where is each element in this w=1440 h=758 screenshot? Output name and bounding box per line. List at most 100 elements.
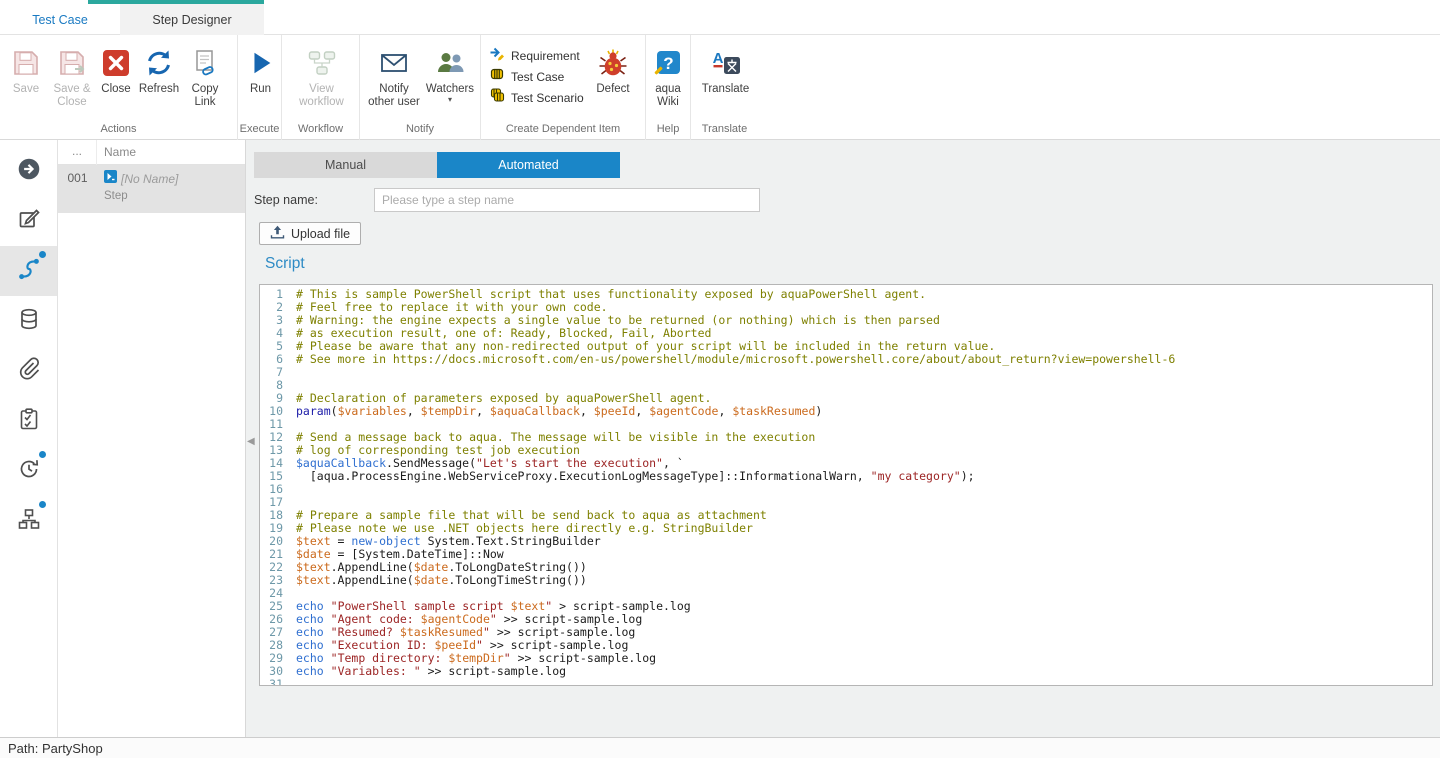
steps-icon bbox=[16, 256, 42, 287]
step-name-input[interactable] bbox=[374, 188, 760, 212]
translate-label: Translate bbox=[702, 83, 750, 96]
refresh-button[interactable]: Refresh bbox=[136, 43, 182, 109]
translate-icon: A bbox=[711, 45, 741, 81]
aqua-test-case-window: Test Case Step Designer Save Save & Clo bbox=[0, 0, 1440, 758]
tab-test-case-label: Test Case bbox=[32, 13, 88, 27]
upload-file-label: Upload file bbox=[291, 227, 350, 241]
step-subtitle: Step bbox=[104, 190, 178, 202]
ribbon-group-create-dependent-item: Requirement Test Case Test Scenario bbox=[481, 35, 646, 140]
watchers-dropdown-caret-icon[interactable]: ▾ bbox=[448, 96, 452, 103]
execute-group-label: Execute bbox=[238, 123, 281, 135]
sidebar-item-edit[interactable] bbox=[0, 196, 57, 246]
history-clock-icon bbox=[17, 457, 41, 486]
step-title: [No Name] bbox=[121, 172, 178, 186]
ribbon-group-notify: Notify other user Watchers ▾ Notify bbox=[360, 35, 481, 140]
requirement-icon bbox=[489, 45, 505, 66]
notify-other-user-label: Notify other user bbox=[366, 83, 422, 109]
test-case-icon bbox=[489, 66, 505, 87]
sidebar-item-checklist[interactable] bbox=[0, 396, 57, 446]
save-icon bbox=[11, 45, 41, 81]
notify-group-label: Notify bbox=[360, 123, 480, 135]
database-icon bbox=[17, 307, 41, 336]
edit-pencil-icon bbox=[17, 207, 41, 236]
translate-group-label: Translate bbox=[691, 123, 758, 135]
clipboard-check-icon bbox=[17, 407, 41, 436]
create-test-case-label: Test Case bbox=[511, 70, 564, 84]
paperclip-icon bbox=[17, 357, 41, 386]
notify-other-user-button[interactable]: Notify other user bbox=[366, 43, 422, 109]
sidebar-item-overview[interactable] bbox=[0, 146, 57, 196]
create-dependent-item-group-label: Create Dependent Item bbox=[481, 123, 645, 135]
column-header-name[interactable]: Name bbox=[97, 145, 136, 159]
refresh-label: Refresh bbox=[139, 83, 179, 96]
create-test-scenario-button[interactable]: Test Scenario bbox=[489, 87, 591, 108]
status-bar: Path: PartyShop bbox=[0, 737, 1440, 758]
script-code-editor[interactable]: 1234567891011121314151617181920212223242… bbox=[259, 284, 1433, 686]
tab-step-designer[interactable]: Step Designer bbox=[120, 4, 264, 35]
watchers-button[interactable]: Watchers ▾ bbox=[422, 43, 478, 109]
tab-manual[interactable]: Manual bbox=[254, 152, 437, 178]
tab-test-case[interactable]: Test Case bbox=[0, 4, 120, 35]
window-tab-bar: Test Case Step Designer bbox=[0, 0, 1440, 35]
sidebar-item-data[interactable] bbox=[0, 296, 57, 346]
ribbon: Save Save & Close Close bbox=[0, 35, 1440, 140]
create-defect-button[interactable]: Defect bbox=[591, 43, 635, 108]
view-workflow-icon bbox=[307, 45, 337, 81]
status-path: Path: PartyShop bbox=[8, 741, 103, 756]
watchers-icon bbox=[435, 45, 465, 81]
translate-button[interactable]: A Translate bbox=[697, 43, 755, 96]
save-button[interactable]: Save bbox=[4, 43, 48, 109]
test-scenario-icon bbox=[489, 87, 505, 108]
sidebar-item-history[interactable] bbox=[0, 446, 57, 496]
close-button[interactable]: Close bbox=[96, 43, 136, 109]
upload-file-button[interactable]: Upload file bbox=[259, 222, 361, 245]
view-workflow-label: View workflow bbox=[293, 83, 351, 109]
svg-text:?: ? bbox=[663, 54, 673, 73]
sidebar-item-steps[interactable] bbox=[0, 246, 57, 296]
panel-collapse-arrow-icon[interactable]: ◀ bbox=[247, 436, 255, 447]
tab-automated[interactable]: Automated bbox=[437, 152, 620, 178]
copy-link-button[interactable]: Copy Link bbox=[182, 43, 228, 109]
aqua-wiki-button[interactable]: ? aqua Wiki bbox=[648, 43, 688, 109]
code-lines: # This is sample PowerShell script that … bbox=[288, 285, 1175, 685]
ribbon-group-translate: A Translate Translate bbox=[691, 35, 758, 140]
column-header-index: ... bbox=[58, 140, 97, 165]
overview-arrow-icon bbox=[16, 156, 42, 187]
save-and-close-button[interactable]: Save & Close bbox=[48, 43, 96, 109]
aqua-wiki-label: aqua Wiki bbox=[648, 83, 688, 109]
copy-link-icon bbox=[190, 45, 220, 81]
sidebar-item-attachments[interactable] bbox=[0, 346, 57, 396]
create-requirement-button[interactable]: Requirement bbox=[489, 45, 591, 66]
run-button[interactable]: Run bbox=[242, 43, 279, 96]
copy-link-label: Copy Link bbox=[182, 83, 228, 109]
script-section-heading: Script bbox=[265, 255, 305, 273]
dependencies-notification-dot bbox=[39, 501, 46, 508]
run-icon bbox=[247, 45, 275, 81]
left-icon-sidebar bbox=[0, 140, 58, 737]
create-test-case-button[interactable]: Test Case bbox=[489, 66, 591, 87]
step-editor-main: Manual Automated Step name: Upload file … bbox=[246, 140, 1440, 737]
close-label: Close bbox=[101, 83, 130, 96]
sidebar-item-dependencies[interactable] bbox=[0, 496, 57, 546]
svg-text:A: A bbox=[712, 50, 723, 67]
save-label: Save bbox=[13, 83, 39, 96]
create-requirement-label: Requirement bbox=[511, 49, 580, 63]
tab-automated-label: Automated bbox=[498, 158, 558, 172]
tab-step-designer-label: Step Designer bbox=[152, 13, 231, 27]
envelope-icon bbox=[379, 45, 409, 81]
steps-notification-dot bbox=[39, 251, 46, 258]
run-label: Run bbox=[250, 83, 271, 96]
step-list-item[interactable]: 001 [No Name] Step bbox=[58, 165, 245, 213]
save-and-close-label: Save & Close bbox=[48, 83, 96, 109]
view-workflow-button[interactable]: View workflow bbox=[293, 43, 351, 109]
create-defect-label: Defect bbox=[596, 83, 629, 96]
defect-bug-icon bbox=[598, 45, 628, 81]
aqua-wiki-icon: ? bbox=[653, 45, 683, 81]
ribbon-group-help: ? aqua Wiki Help bbox=[646, 35, 691, 140]
steps-list-header: ... Name bbox=[58, 140, 245, 165]
code-gutter: 1234567891011121314151617181920212223242… bbox=[260, 285, 288, 685]
ribbon-group-workflow: View workflow Workflow bbox=[282, 35, 360, 140]
ribbon-group-actions: Save Save & Close Close bbox=[0, 35, 238, 140]
sitemap-icon bbox=[17, 507, 41, 536]
tab-manual-label: Manual bbox=[325, 158, 366, 172]
